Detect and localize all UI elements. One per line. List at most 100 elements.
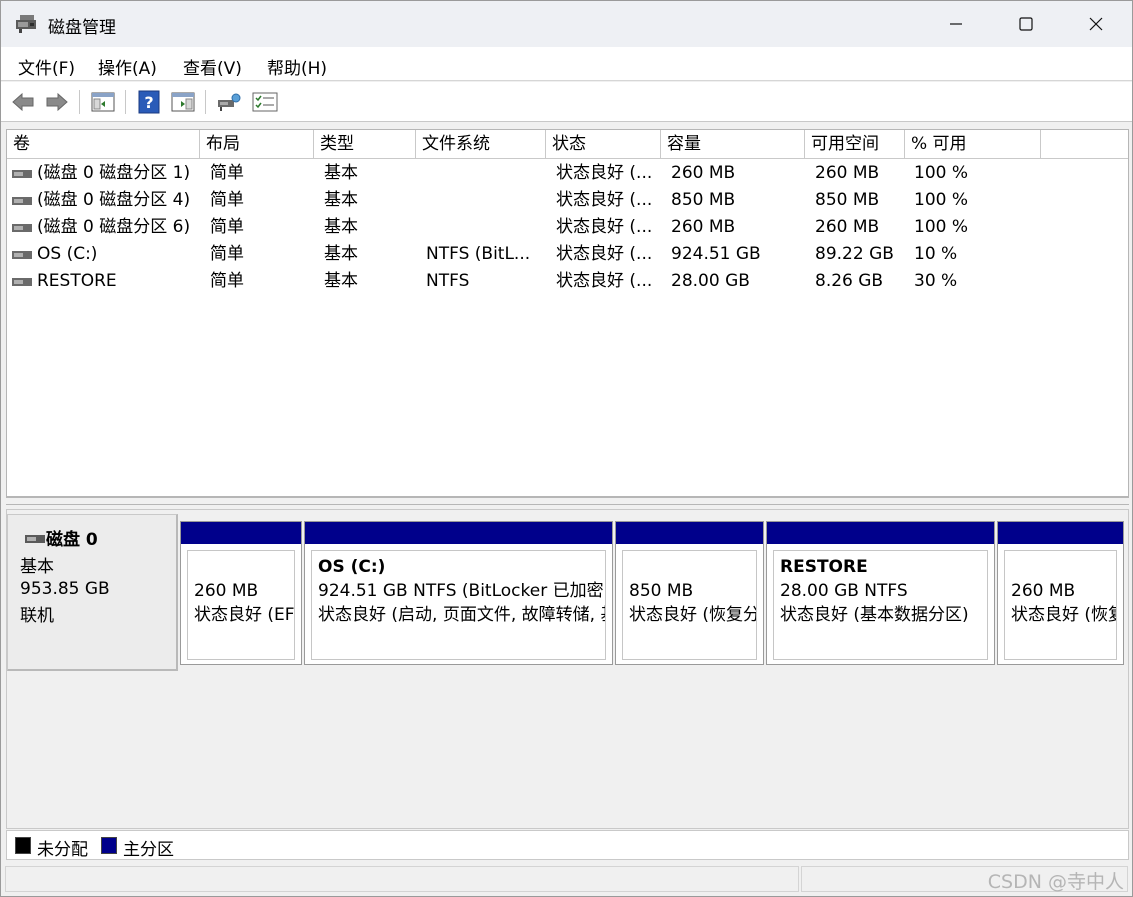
menu-view[interactable]: 查看(V) [183,54,242,79]
menu-help[interactable]: 帮助(H) [267,54,327,79]
cell-percent-free: 100 % [914,163,969,183]
partition-size: 28.00 GB NTFS [780,581,908,601]
cell-status: 状态良好 (... [556,217,653,237]
pane-splitter[interactable] [6,497,1129,505]
legend-label-primary: 主分区 [123,840,174,860]
column-header-status[interactable]: 状态 [546,130,661,159]
cell-volume: (磁盘 0 磁盘分区 1) [37,163,191,183]
cell-filesystem: NTFS (BitL... [426,244,531,264]
cell-capacity: 850 MB [671,190,736,210]
disk-drive-icon [25,535,45,543]
forward-button[interactable] [43,88,71,116]
column-header-filesystem[interactable]: 文件系统 [416,130,546,159]
partition-status: 状态良好 (EFI 系统分区) [194,605,295,625]
cell-capacity: 28.00 GB [671,271,750,291]
menu-bar: 文件(F) 操作(A) 查看(V) 帮助(H) [1,47,1132,81]
partition-title: RESTORE [780,557,868,577]
cell-filesystem [422,214,546,241]
maximize-button[interactable] [991,1,1061,47]
partition-recovery-2[interactable]: 260 MB 状态良好 (恢复分区) [997,521,1124,665]
cell-status: 状态良好 (... [556,244,653,264]
cell-type: 基本 [324,163,358,183]
connect-disk-icon [218,93,241,111]
maximize-icon [1019,17,1033,31]
title-bar: 磁盘管理 [1,1,1132,47]
legend-swatch-primary [101,837,117,854]
cell-volume: OS (C:) [37,244,98,264]
checklist-button[interactable] [251,88,279,116]
column-header-layout[interactable]: 布局 [200,130,314,159]
disk-type: 基本 [20,557,54,577]
menu-file[interactable]: 文件(F) [18,54,75,79]
partition-status: 状态良好 (基本数据分区) [780,605,969,625]
partition-info: RESTORE 28.00 GB NTFS 状态良好 (基本数据分区) [773,550,988,660]
partition-os-c[interactable]: OS (C:) 924.51 GB NTFS (BitLocker 已加密) 状… [304,521,613,665]
cell-status: 状态良好 (... [556,271,653,291]
partition-restore[interactable]: RESTORE 28.00 GB NTFS 状态良好 (基本数据分区) [766,521,995,665]
partition-info: OS (C:) 924.51 GB NTFS (BitLocker 已加密) 状… [311,550,606,660]
column-header-type[interactable]: 类型 [314,130,416,159]
column-header-volume[interactable]: 卷 [7,130,200,159]
properties-button[interactable] [169,88,197,116]
legend-swatch-unallocated [15,837,31,854]
table-row[interactable]: (磁盘 0 磁盘分区 1) 简单 基本 状态良好 (... 260 MB 260… [7,160,1128,187]
help-icon: ? [138,90,160,114]
cell-layout: 简单 [210,163,244,183]
table-row[interactable]: (磁盘 0 磁盘分区 4) 简单 基本 状态良好 (... 850 MB 850… [7,187,1128,214]
cell-free-space: 89.22 GB [815,244,894,264]
cell-type: 基本 [324,271,358,291]
connect-disk-button[interactable] [215,88,243,116]
partition-title [1011,555,1110,579]
cell-free-space: 260 MB [815,163,880,183]
cell-filesystem: NTFS [426,271,470,291]
close-button[interactable] [1061,1,1131,47]
back-arrow-icon [12,92,34,112]
disk-state: 联机 [20,606,54,626]
partition-title [194,555,288,579]
partition-info: 260 MB 状态良好 (EFI 系统分区) [187,550,295,660]
partition-recovery-1[interactable]: 850 MB 状态良好 (恢复分区) [615,521,764,665]
cell-percent-free: 10 % [914,244,958,264]
status-bar: CSDN @寺中人 [1,862,1132,896]
cell-volume: RESTORE [37,271,117,291]
table-row[interactable]: RESTORE 简单 基本 NTFS 状态良好 (... 28.00 GB 8.… [7,268,1128,295]
cell-status: 状态良好 (... [556,190,653,210]
properties-icon [171,92,195,112]
window-title: 磁盘管理 [48,18,116,38]
legend: 未分配 主分区 [6,830,1129,860]
show-hide-console-tree-button[interactable] [89,88,117,116]
disk-management-app-icon [16,15,36,33]
cell-filesystem [422,187,546,214]
primary-partition-bar [181,522,301,544]
partition-size: 260 MB [194,581,259,601]
column-header-percent-free[interactable]: % 可用 [905,130,1041,159]
cell-percent-free: 100 % [914,217,969,237]
minimize-button[interactable] [921,1,991,47]
disk-name: 磁盘 0 [46,530,98,550]
partition-title: OS (C:) [318,557,386,577]
cell-capacity: 924.51 GB [671,244,761,264]
partition-info: 260 MB 状态良好 (恢复分区) [1004,550,1117,660]
column-header-capacity[interactable]: 容量 [661,130,805,159]
cell-free-space: 8.26 GB [815,271,884,291]
volume-drive-icon [12,251,32,259]
cell-layout: 简单 [210,190,244,210]
primary-partition-bar [616,522,763,544]
cell-layout: 简单 [210,271,244,291]
disk-0-label[interactable]: 磁盘 0 基本 953.85 GB 联机 [7,514,178,671]
cell-percent-free: 100 % [914,190,969,210]
menu-action[interactable]: 操作(A) [98,54,157,79]
cell-free-space: 850 MB [815,190,880,210]
back-button[interactable] [9,88,37,116]
cell-status: 状态良好 (... [556,163,653,183]
svg-text:?: ? [144,93,153,112]
table-row[interactable]: (磁盘 0 磁盘分区 6) 简单 基本 状态良好 (... 260 MB 260… [7,214,1128,241]
partition-efi[interactable]: 260 MB 状态良好 (EFI 系统分区) [180,521,302,665]
table-row[interactable]: OS (C:) 简单 基本 NTFS (BitL... 状态良好 (... 92… [7,241,1128,268]
help-button[interactable]: ? [135,88,163,116]
show-hide-console-tree-icon [91,92,115,112]
watermark-text: CSDN @寺中人 [987,871,1124,893]
column-header-free-space[interactable]: 可用空间 [805,130,905,159]
partition-size: 260 MB [1011,581,1076,601]
cell-percent-free: 30 % [914,271,958,291]
